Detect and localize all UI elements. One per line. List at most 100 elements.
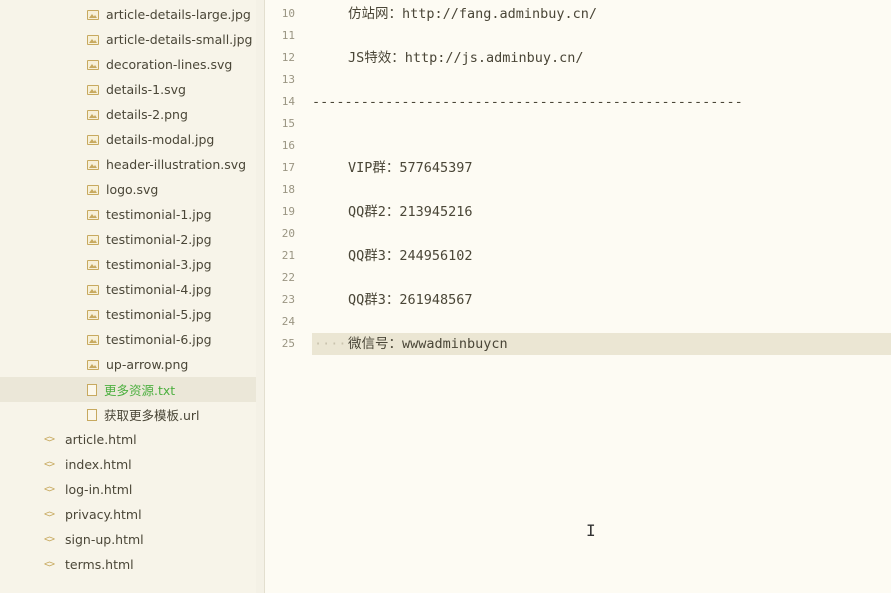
sidebar-scroll-gutter[interactable] — [256, 0, 264, 593]
file-tree-item-label: testimonial-1.jpg — [106, 207, 212, 222]
line-number: 21 — [281, 249, 295, 262]
line-number: 11 — [281, 29, 295, 42]
line-number: 19 — [281, 205, 295, 218]
file-tree-item[interactable]: details-1.svg — [0, 77, 256, 102]
file-tree-item[interactable]: article-details-large.jpg — [0, 2, 256, 27]
code-line-text: VIP群：577645397 — [348, 160, 473, 176]
file-tree-item-label: article-details-small.jpg — [106, 32, 253, 47]
line-number: 15 — [281, 117, 295, 130]
image-file-icon — [87, 284, 99, 295]
file-tree-item[interactable]: details-modal.jpg — [0, 127, 256, 152]
file-tree-item[interactable]: testimonial-2.jpg — [0, 227, 256, 252]
image-file-icon — [87, 59, 99, 70]
image-file-icon — [87, 209, 99, 220]
file-tree-sidebar: article-details-large.jpg article-details… — [0, 0, 256, 593]
image-file-icon — [87, 234, 99, 245]
code-file-icon: <> — [44, 434, 55, 445]
file-tree-item[interactable]: header-illustration.svg — [0, 152, 256, 177]
file-tree-item[interactable]: 更多资源.txt — [0, 377, 256, 402]
image-file-icon — [87, 334, 99, 345]
text-file-icon — [87, 408, 97, 421]
file-tree-item[interactable]: decoration-lines.svg — [0, 52, 256, 77]
file-tree-item[interactable]: logo.svg — [0, 177, 256, 202]
file-tree-item[interactable]: testimonial-5.jpg — [0, 302, 256, 327]
code-line-text: JS特效：http://js.adminbuy.cn/ — [348, 50, 584, 66]
code-file-icon: <> — [44, 509, 55, 520]
file-tree-item[interactable]: <> privacy.html — [0, 502, 256, 527]
line-number: 23 — [281, 293, 295, 306]
code-line-text: QQ群3：244956102 — [348, 248, 473, 264]
file-tree-item-label: details-1.svg — [106, 82, 186, 97]
file-tree-item[interactable]: details-2.png — [0, 102, 256, 127]
file-tree-item[interactable]: <> log-in.html — [0, 477, 256, 502]
file-tree-item-label: decoration-lines.svg — [106, 57, 233, 72]
code-line[interactable]: ···· 微信号：wwwadminbuycn — [314, 333, 508, 355]
code-line[interactable]: VIP群：577645397 — [348, 157, 473, 179]
image-file-icon — [87, 134, 99, 145]
code-line[interactable]: 仿站网：http://fang.adminbuy.cn/ — [348, 3, 597, 25]
image-file-icon — [87, 159, 99, 170]
code-line[interactable]: QQ群3：261948567 — [348, 289, 473, 311]
code-file-icon: <> — [44, 559, 55, 570]
file-tree-item[interactable]: <> article.html — [0, 427, 256, 452]
file-tree-item[interactable]: testimonial-4.jpg — [0, 277, 256, 302]
file-tree-item-label: 获取更多模板.url — [104, 408, 200, 423]
image-file-icon — [87, 109, 99, 120]
file-tree-item[interactable]: up-arrow.png — [0, 352, 256, 377]
line-number: 25 — [281, 337, 295, 350]
line-number: 10 — [281, 7, 295, 20]
line-number: 24 — [281, 315, 295, 328]
file-tree-item-label: index.html — [65, 457, 132, 472]
file-tree-item[interactable]: testimonial-6.jpg — [0, 327, 256, 352]
text-cursor-icon: I — [586, 521, 596, 540]
line-number: 16 — [281, 139, 295, 152]
code-line-text: QQ群3：261948567 — [348, 292, 473, 308]
file-tree-item[interactable]: testimonial-3.jpg — [0, 252, 256, 277]
file-tree-item-label: article-details-large.jpg — [106, 7, 251, 22]
file-tree-item-label: testimonial-6.jpg — [106, 332, 212, 347]
image-file-icon — [87, 259, 99, 270]
image-file-icon — [87, 84, 99, 95]
file-tree-item[interactable]: <> terms.html — [0, 552, 256, 577]
line-number: 17 — [281, 161, 295, 174]
line-number: 12 — [281, 51, 295, 64]
file-tree-item-label: details-2.png — [106, 107, 188, 122]
file-tree-item[interactable]: testimonial-1.jpg — [0, 202, 256, 227]
file-tree-item-label: article.html — [65, 432, 137, 447]
text-file-icon — [87, 383, 97, 396]
code-line[interactable]: QQ群3：244956102 — [348, 245, 473, 267]
code-file-icon: <> — [44, 534, 55, 545]
code-line-text: ----------------------------------------… — [312, 94, 743, 110]
file-tree-item-label: testimonial-2.jpg — [106, 232, 212, 247]
whitespace-marker: ···· — [314, 336, 347, 352]
file-tree-item[interactable]: 获取更多模板.url — [0, 402, 256, 427]
file-tree-item-label: sign-up.html — [65, 532, 144, 547]
code-line[interactable]: JS特效：http://js.adminbuy.cn/ — [348, 47, 584, 69]
file-tree-item-label: logo.svg — [106, 182, 159, 197]
line-number: 13 — [281, 73, 295, 86]
file-tree-item-label: log-in.html — [65, 482, 133, 497]
file-tree-item-label: up-arrow.png — [106, 357, 189, 372]
code-line[interactable]: ----------------------------------------… — [312, 91, 743, 113]
code-line-text: 微信号：wwwadminbuycn — [348, 336, 508, 352]
code-file-icon: <> — [44, 459, 55, 470]
file-tree-item[interactable]: article-details-small.jpg — [0, 27, 256, 52]
code-file-icon: <> — [44, 484, 55, 495]
line-number: 18 — [281, 183, 295, 196]
image-file-icon — [87, 9, 99, 20]
image-file-icon — [87, 184, 99, 195]
file-tree-item-label: header-illustration.svg — [106, 157, 247, 172]
code-editor[interactable]: 10 仿站网：http://fang.adminbuy.cn/11 12 JS特效：h… — [265, 0, 891, 593]
code-line[interactable]: QQ群2：213945216 — [348, 201, 473, 223]
line-number: 14 — [281, 95, 295, 108]
line-number: 22 — [281, 271, 295, 284]
code-line-text: 仿站网：http://fang.adminbuy.cn/ — [348, 6, 598, 22]
line-number: 20 — [281, 227, 295, 240]
file-tree-item-label: terms.html — [65, 557, 134, 572]
file-tree-item[interactable]: <> index.html — [0, 452, 256, 477]
file-tree-item-label: 更多资源.txt — [104, 383, 176, 398]
file-tree-item[interactable]: <> sign-up.html — [0, 527, 256, 552]
image-file-icon — [87, 34, 99, 45]
file-tree-item-label: privacy.html — [65, 507, 142, 522]
image-file-icon — [87, 359, 99, 370]
